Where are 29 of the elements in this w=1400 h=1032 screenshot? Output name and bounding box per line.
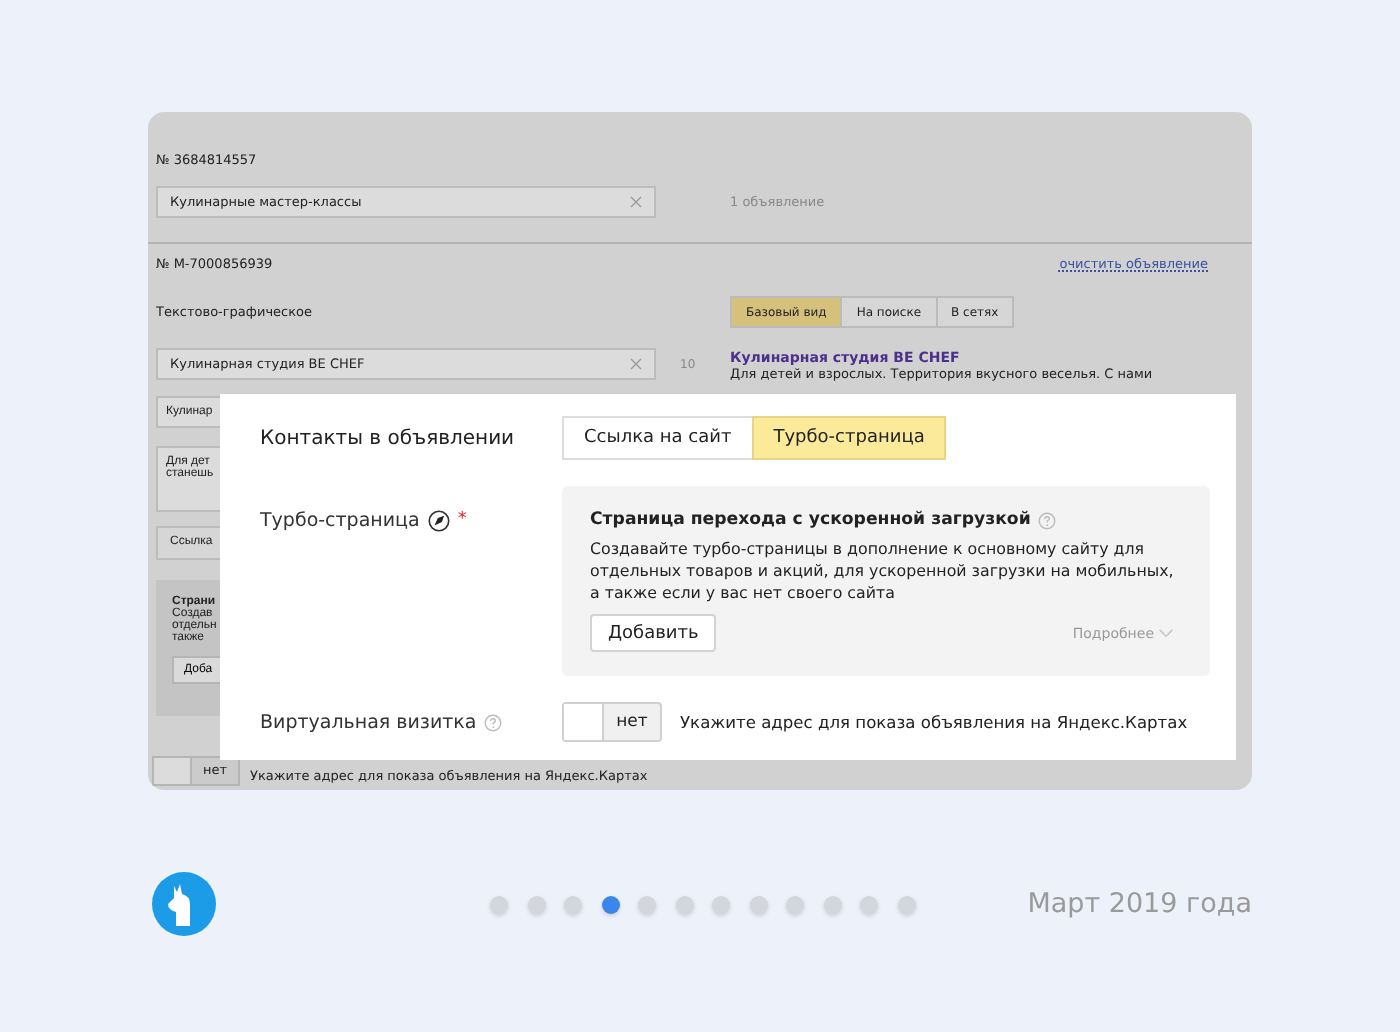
link-type-option[interactable]: Турбо-страница [751,416,947,460]
help-icon[interactable] [1038,511,1057,529]
required-mark: * [457,510,467,530]
pager-dot[interactable] [786,895,804,913]
clear-icon[interactable] [630,196,642,208]
info-title: Страница перехода с ускоренной загрузкой [590,510,1031,530]
pager-dot[interactable] [749,895,767,913]
pager-dot[interactable] [675,895,693,913]
toggle-switch[interactable]: нет [562,702,662,742]
pager-dot[interactable] [860,895,878,913]
pager-dot[interactable] [564,895,582,913]
help-icon[interactable] [484,713,503,731]
pager-dot[interactable] [638,895,656,913]
pager-dot[interactable] [823,895,841,913]
link-type-option[interactable]: Ссылка на сайт [562,416,754,460]
clear-icon[interactable] [630,358,642,370]
pager-dot[interactable] [527,895,545,913]
pager-dot[interactable] [897,895,915,913]
add-button[interactable]: Добавить [590,614,717,652]
pager-dot[interactable] [712,895,730,913]
turbo-label: Турбо-страница [260,510,420,532]
pager-dot[interactable] [490,895,508,913]
vcard-hint: Укажите адрес для показа объявления на Яндекс.Картах [680,712,1188,732]
llama-logo-icon [152,872,216,936]
date-label: Март 2019 года [1027,888,1252,920]
popup-title: Контакты в объявлении [260,427,517,449]
pager-dot[interactable] [601,895,619,913]
vcard-label: Виртуальная визитка [260,711,477,733]
chevron-down-icon [1158,628,1174,638]
